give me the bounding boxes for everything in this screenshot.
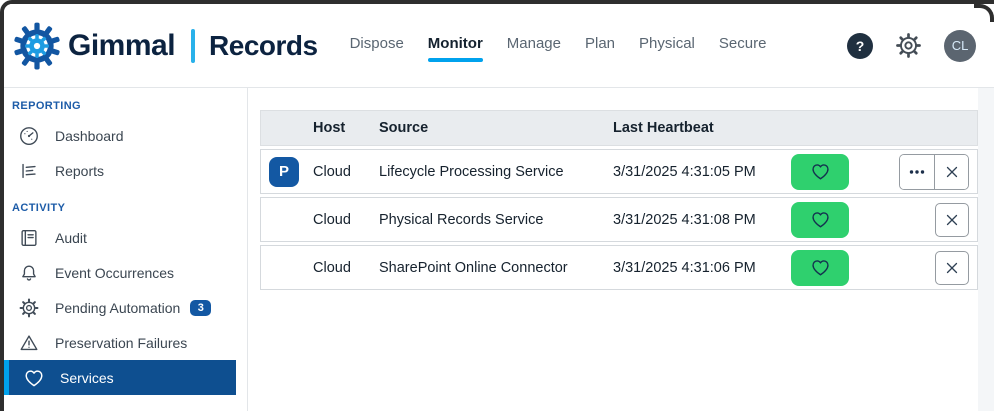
cell-source: Lifecycle Processing Service [379,164,613,180]
sidebar-item-label: Dashboard [55,128,124,144]
heart-icon [810,161,831,182]
brand-product: Records [209,30,318,62]
sidebar-item-event-occurrences[interactable]: Event Occurrences [4,255,247,290]
heart-icon [23,367,45,389]
app-window: Gimmal Records Dispose Monitor Manage Pl… [0,0,994,411]
gimmal-logo-gear-icon [12,21,62,71]
ellipsis-icon [909,169,925,175]
sidebar-item-audit[interactable]: Audit [4,220,247,255]
cell-last-heartbeat: 3/31/2025 4:31:06 PM [613,260,791,276]
sidebar-section-reporting: REPORTING [4,100,247,118]
sidebar-item-preservation-failures[interactable]: Preservation Failures [4,325,247,360]
cell-last-heartbeat: 3/31/2025 4:31:05 PM [613,164,791,180]
book-icon [18,227,40,249]
nav-item-plan[interactable]: Plan [585,29,615,62]
avatar[interactable]: CL [944,30,976,62]
sidebar-item-label: Audit [55,230,87,246]
column-header-source: Source [379,120,613,136]
more-options-button[interactable] [900,155,934,189]
brand: Gimmal Records [12,21,318,71]
question-mark-icon: ? [856,38,865,54]
close-icon [946,214,958,226]
sidebar-item-reports[interactable]: Reports [4,153,247,188]
sidebar-item-services[interactable]: Services [4,360,236,395]
close-button[interactable] [935,251,969,285]
cell-source: SharePoint Online Connector [379,260,613,276]
gear-icon [895,32,922,59]
pending-automation-count-badge: 3 [190,300,211,316]
cell-host: Cloud [313,260,379,276]
cell-host: Cloud [313,212,379,228]
settings-button[interactable] [895,32,922,59]
sidebar-item-label: Pending Automation [55,300,180,316]
nav-item-monitor[interactable]: Monitor [428,29,483,62]
brand-name: Gimmal [68,29,175,63]
heartbeat-status-button[interactable] [791,250,849,286]
heartbeat-status-button[interactable] [791,202,849,238]
heartbeat-status-button[interactable] [791,154,849,190]
sidebar-item-label: Reports [55,163,104,179]
nav-item-manage[interactable]: Manage [507,29,561,62]
column-header-host: Host [313,120,379,136]
report-icon [18,160,40,182]
sidebar: REPORTING Dashboard [4,88,248,411]
sidebar-section-activity: ACTIVITY [4,202,247,220]
table-header-row: Host Source Last Heartbeat [260,110,978,146]
provider-badge: P [269,157,299,187]
primary-nav: Dispose Monitor Manage Plan Physical Sec… [350,29,767,62]
heart-icon [810,209,831,230]
gear-icon [18,297,40,319]
column-header-last-heartbeat: Last Heartbeat [613,120,791,136]
close-icon [946,262,958,274]
nav-item-physical[interactable]: Physical [639,29,695,62]
table-row: Cloud Physical Records Service 3/31/2025… [260,197,978,242]
sidebar-item-dashboard[interactable]: Dashboard [4,118,247,153]
table-row: Cloud SharePoint Online Connector 3/31/2… [260,245,978,290]
nav-item-dispose[interactable]: Dispose [350,29,404,62]
gauge-icon [18,125,40,147]
bell-icon [18,262,40,284]
close-button[interactable] [934,155,968,189]
brand-divider [191,29,195,63]
heart-icon [810,257,831,278]
close-button[interactable] [935,203,969,237]
table-row: P Cloud Lifecycle Processing Service 3/3… [260,149,978,194]
sidebar-item-pending-automation[interactable]: Pending Automation 3 [4,290,247,325]
services-table: Host Source Last Heartbeat P Cloud Lifec… [260,110,978,290]
app-header: Gimmal Records Dispose Monitor Manage Pl… [4,4,994,88]
warning-icon [18,332,40,354]
close-icon [946,166,958,178]
main-content: Host Source Last Heartbeat P Cloud Lifec… [248,88,994,411]
header-actions: ? CL [847,30,976,62]
cell-host: Cloud [313,164,379,180]
sidebar-item-label: Services [60,370,114,386]
help-button[interactable]: ? [847,33,873,59]
cell-source: Physical Records Service [379,212,613,228]
scrollbar-gutter [978,88,994,411]
cell-last-heartbeat: 3/31/2025 4:31:08 PM [613,212,791,228]
sidebar-item-label: Preservation Failures [55,335,187,351]
nav-item-secure[interactable]: Secure [719,29,767,62]
sidebar-item-label: Event Occurrences [55,265,174,281]
